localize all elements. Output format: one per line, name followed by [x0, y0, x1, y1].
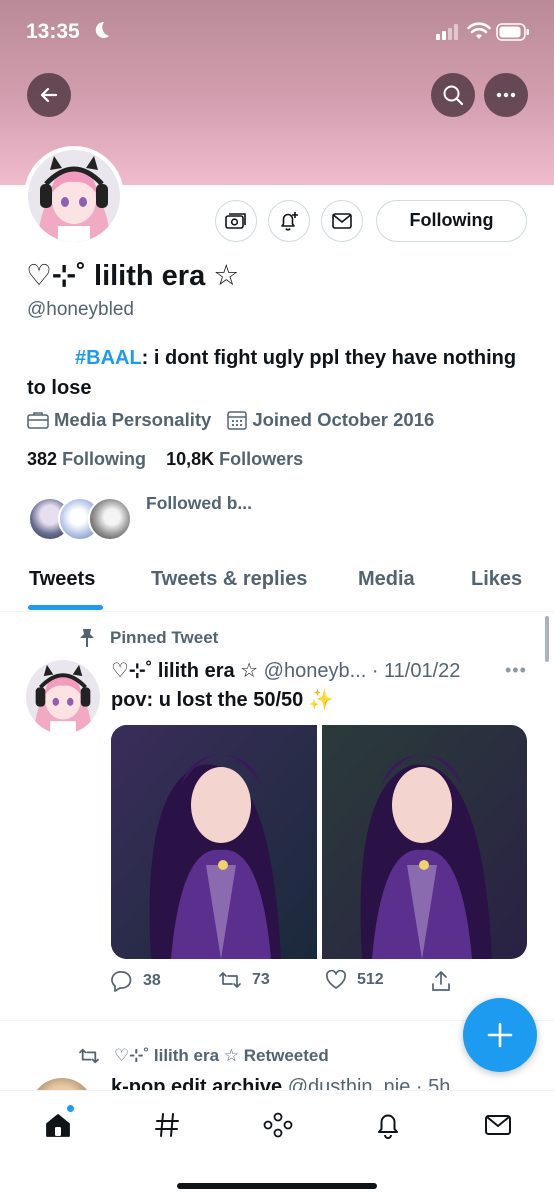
nav-home[interactable]	[38, 1103, 78, 1145]
tweet-text: pov: u lost the 50/50 ✨	[111, 689, 334, 711]
home-icon	[46, 1114, 70, 1137]
next-tweet-avatar[interactable]	[30, 1078, 94, 1090]
active-tab-indicator	[28, 605, 103, 610]
notification-dot	[65, 1103, 76, 1114]
next-tweet-header: k-pop edit archive @dusthin_nie · 5h	[111, 1076, 531, 1090]
followed-by-text[interactable]: Followed b...	[146, 493, 252, 514]
envelope-icon	[332, 213, 352, 229]
retweet-icon	[79, 1048, 99, 1064]
money-icon	[225, 213, 246, 229]
nav-explore[interactable]	[147, 1105, 187, 1145]
tip-button[interactable]	[215, 200, 257, 242]
follow-counts: 382 Following 10,8K Followers	[27, 449, 303, 470]
status-time: 13:35	[26, 20, 80, 43]
scrollbar[interactable]	[545, 616, 549, 662]
spaces-icon	[263, 1112, 293, 1138]
reply-button[interactable]: 38	[111, 970, 161, 992]
pinned-label: Pinned Tweet	[78, 628, 218, 648]
heart-icon	[325, 970, 347, 989]
battery-icon	[496, 23, 530, 46]
wifi-icon	[467, 21, 491, 46]
retweeted-label: ♡⊹˚ lilith era ☆ Retweeted	[78, 1046, 329, 1066]
reply-icon	[111, 971, 132, 992]
profile-tabs: Tweets Tweets & replies Media Likes	[0, 557, 554, 612]
following-count-link[interactable]: 382 Following	[27, 449, 146, 469]
plus-icon	[487, 1022, 513, 1048]
profile-meta: Media Personality Joined October 2016	[27, 409, 450, 431]
joined-date: Joined October 2016	[252, 409, 435, 430]
tweet-author-name[interactable]: ♡⊹˚ lilith era ☆	[111, 660, 258, 682]
share-button[interactable]	[431, 970, 461, 992]
more-options-button[interactable]	[484, 73, 528, 117]
notifications-button[interactable]	[268, 200, 310, 242]
more-horizontal-icon	[496, 92, 516, 98]
nav-notifications[interactable]	[368, 1105, 408, 1145]
tweet-author-avatar[interactable]	[26, 660, 100, 734]
bell-icon	[378, 1114, 398, 1139]
followed-by-avatars[interactable]	[28, 497, 138, 543]
following-button[interactable]: Following	[376, 200, 527, 242]
profile-avatar[interactable]	[24, 146, 124, 246]
search-icon	[443, 85, 464, 106]
message-button[interactable]	[321, 200, 363, 242]
search-button[interactable]	[431, 73, 475, 117]
display-name: ♡⊹˚ lilith era ☆	[26, 260, 240, 292]
share-icon	[432, 971, 450, 991]
calendar-icon	[227, 411, 248, 430]
tab-likes[interactable]: Likes	[471, 568, 522, 591]
pin-icon	[80, 629, 94, 647]
followers-count-link[interactable]: 10,8K Followers	[166, 449, 303, 469]
signal-icon	[436, 24, 460, 45]
hashtag-icon	[155, 1113, 179, 1137]
envelope-icon	[485, 1115, 511, 1135]
avatar	[88, 497, 132, 541]
tweet-image-2[interactable]	[321, 725, 527, 959]
tab-tweets-replies[interactable]: Tweets & replies	[151, 568, 307, 591]
nav-spaces[interactable]	[258, 1105, 298, 1145]
moon-icon	[92, 20, 110, 45]
retweet-button[interactable]: 73	[218, 970, 270, 990]
tab-tweets[interactable]: Tweets	[29, 568, 95, 591]
home-indicator	[177, 1183, 377, 1189]
bell-plus-icon	[281, 212, 298, 231]
status-bar: 13:35	[0, 0, 554, 66]
next-tweet-handle[interactable]: @dusthin_nie · 5h	[288, 1076, 451, 1090]
back-button[interactable]	[27, 73, 71, 117]
tweet-media[interactable]	[111, 725, 527, 959]
tweet-date[interactable]: · 11/01/22	[372, 660, 461, 682]
tweet-image-1[interactable]	[111, 725, 317, 959]
briefcase-icon	[27, 412, 49, 429]
retweet-icon	[219, 972, 241, 988]
profile-bio: #BAAL: i dont fight ugly ppl they have n…	[27, 343, 527, 403]
profile-category: Media Personality	[54, 409, 212, 430]
compose-tweet-button[interactable]	[463, 998, 537, 1072]
nav-messages[interactable]	[478, 1105, 518, 1145]
tweet-header: ♡⊹˚ lilith era ☆ @honeyb... · 11/01/22	[111, 658, 531, 683]
profile-handle: @honeybled	[27, 299, 134, 320]
arrow-left-icon	[40, 87, 58, 103]
tab-media[interactable]: Media	[358, 568, 415, 591]
tweet-actions: 38 73 512	[111, 968, 531, 998]
like-button[interactable]: 512	[325, 970, 384, 990]
tweet-more-icon[interactable]: •••	[505, 660, 527, 681]
next-tweet-author[interactable]: k-pop edit archive	[111, 1076, 282, 1090]
bio-hashtag-link[interactable]: #BAAL	[75, 347, 142, 369]
tweet-author-handle[interactable]: @honeyb...	[264, 660, 367, 682]
